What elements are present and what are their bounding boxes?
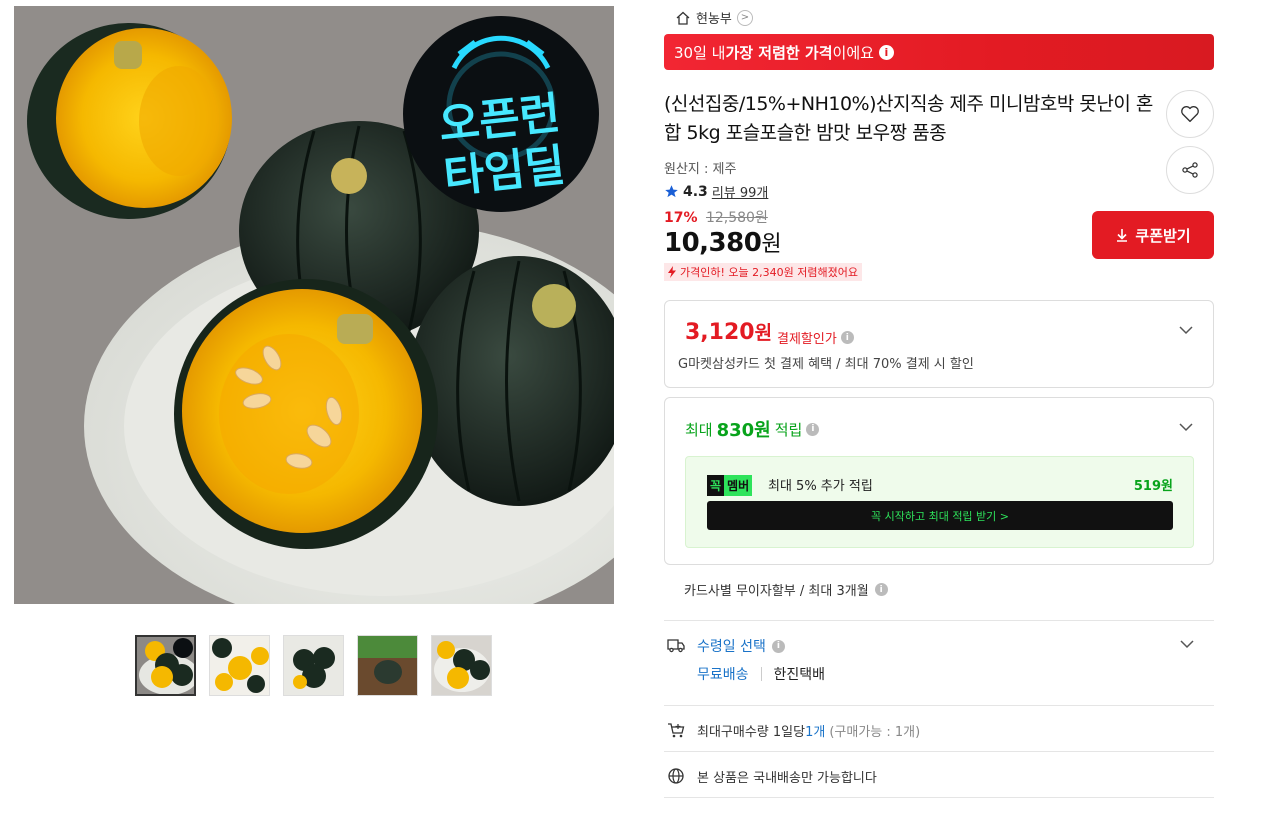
- info-icon[interactable]: i: [840, 331, 854, 344]
- installment-text: 카드사별 무이자할부 / 최대 3개월: [684, 584, 869, 599]
- price-drop-text: 가격인하! 오늘 2,340원 저렴해졌어요: [680, 266, 858, 279]
- rating-row: 4.3 리뷰 99개: [664, 182, 768, 201]
- free-shipping: 무료배송: [697, 667, 749, 683]
- points-box: 최대 830원 적립 i 꼭 멤버 최대 5% 추가 적립 519원 꼭 시작하…: [664, 397, 1214, 565]
- home-icon: [676, 11, 690, 25]
- product-title: (신선집중/15%+NH10%)산지직송 제주 미니밤호박 못난이 혼합 5kg…: [664, 93, 1153, 144]
- globe-icon: [668, 768, 684, 784]
- sale-price: 10,380원: [664, 226, 782, 258]
- membership-text: 최대 5% 추가 적립: [768, 479, 873, 494]
- points-amount: 830원: [716, 420, 771, 441]
- points-suffix: 적립: [774, 420, 803, 439]
- purchase-limit-prefix: 최대구매수량 1일당: [697, 725, 806, 740]
- info-icon[interactable]: i: [806, 422, 820, 436]
- thumbnail-1[interactable]: [135, 635, 196, 696]
- discount-row: 17% 12,580원: [664, 207, 768, 227]
- divider: [664, 705, 1214, 706]
- price-drop-note: 가격인하! 오늘 2,340원 저렴해졌어요: [664, 263, 862, 281]
- shipping-info: 무료배송 한진택배: [697, 664, 825, 684]
- divider: [760, 667, 762, 681]
- membership-amount: 519원: [1133, 479, 1173, 494]
- rating-score: 4.3: [683, 183, 708, 200]
- sale-price-number: 10,380: [664, 228, 762, 258]
- payment-discount-number: 3,120: [685, 320, 755, 345]
- share-button[interactable]: [1166, 146, 1214, 194]
- coupon-download-button[interactable]: 쿠폰받기: [1092, 211, 1214, 259]
- heart-icon: [1181, 106, 1199, 123]
- thumbnail-3[interactable]: [283, 635, 344, 696]
- coupon-label: 쿠폰받기: [1135, 226, 1191, 245]
- domestic-shipping-text: 본 상품은 국내배송만 가능합니다: [697, 771, 877, 786]
- chevron-down-icon[interactable]: [1180, 637, 1194, 651]
- chevron-down-icon[interactable]: [1179, 420, 1193, 434]
- delivery-date-label: 수령일 선택: [697, 639, 766, 655]
- store-name: 현농부: [696, 12, 732, 27]
- thumbnail-2[interactable]: [209, 635, 270, 696]
- thumbnail-list: [135, 635, 492, 696]
- review-link[interactable]: 리뷰 99개: [712, 182, 769, 201]
- thumbnail-4[interactable]: [357, 635, 418, 696]
- payment-discount-unit: 원: [754, 322, 773, 344]
- badge-part-1: 꼭: [707, 475, 725, 496]
- purchase-limit-note: (구매가능 : 1개): [829, 725, 921, 740]
- share-icon: [1182, 162, 1198, 178]
- membership-start-button[interactable]: 꼭 시작하고 최대 적립 받기 >: [707, 501, 1173, 530]
- banner-suffix: 이에요: [832, 43, 874, 62]
- discount-rate: 17%: [664, 210, 698, 226]
- sale-price-unit: 원: [761, 232, 782, 257]
- banner-highlight: 가장 저렴한 가격: [725, 43, 833, 62]
- lowest-price-banner: 30일 내 가장 저렴한 가격 이에요 i: [664, 34, 1214, 70]
- points-prefix: 최대: [685, 420, 713, 439]
- original-price: 12,580원: [705, 210, 768, 226]
- points-title: 최대 830원 적립 i: [685, 416, 820, 442]
- divider: [664, 797, 1214, 798]
- purchase-limit-count: 1개: [805, 725, 826, 740]
- installment-row: 카드사별 무이자할부 / 최대 3개월 i: [684, 580, 888, 599]
- chevron-right-icon: >: [736, 9, 753, 26]
- store-link[interactable]: 현농부 >: [675, 8, 753, 27]
- wishlist-button[interactable]: [1166, 90, 1214, 138]
- origin-text: 원산지 : 제주: [664, 162, 737, 177]
- payment-discount-description: G마켓삼성카드 첫 결제 혜택 / 최대 70% 결제 시 할인: [678, 357, 974, 372]
- chevron-down-icon[interactable]: [1179, 323, 1193, 337]
- main-product-image: 오픈런 타임딜: [14, 6, 614, 604]
- truck-icon: [667, 639, 685, 653]
- payment-discount-box[interactable]: 3,120원 결제할인가 i G마켓삼성카드 첫 결제 혜택 / 최대 70% …: [664, 300, 1214, 388]
- purchase-limit-row: 최대구매수량 1일당 1개 (구매가능 : 1개): [697, 721, 920, 740]
- info-icon[interactable]: i: [771, 639, 785, 653]
- payment-discount-label: 결제할인가: [777, 332, 837, 347]
- lightning-icon: [668, 266, 676, 278]
- membership-badge: 꼭 멤버: [707, 475, 753, 496]
- delivery-date-select[interactable]: 수령일 선택 i: [697, 636, 785, 656]
- info-icon[interactable]: i: [878, 44, 894, 60]
- divider: [664, 751, 1214, 752]
- info-icon[interactable]: i: [874, 583, 888, 596]
- carrier-name: 한진택배: [773, 667, 826, 683]
- payment-discount-label-row: 결제할인가 i: [777, 328, 854, 347]
- membership-promo: 꼭 멤버 최대 5% 추가 적립 519원 꼭 시작하고 최대 적립 받기 >: [685, 456, 1194, 548]
- cart-icon: [668, 723, 685, 738]
- domestic-shipping-row: 본 상품은 국내배송만 가능합니다: [697, 767, 877, 786]
- pumpkin-photo: 오픈런 타임딜: [14, 6, 614, 604]
- thumbnail-5[interactable]: [431, 635, 492, 696]
- payment-discount-price: 3,120원: [685, 318, 772, 345]
- download-icon: [1117, 229, 1128, 242]
- star-icon: [665, 185, 678, 198]
- divider: [664, 620, 1214, 621]
- badge-part-2: 멤버: [724, 475, 753, 496]
- banner-prefix: 30일 내: [674, 43, 726, 62]
